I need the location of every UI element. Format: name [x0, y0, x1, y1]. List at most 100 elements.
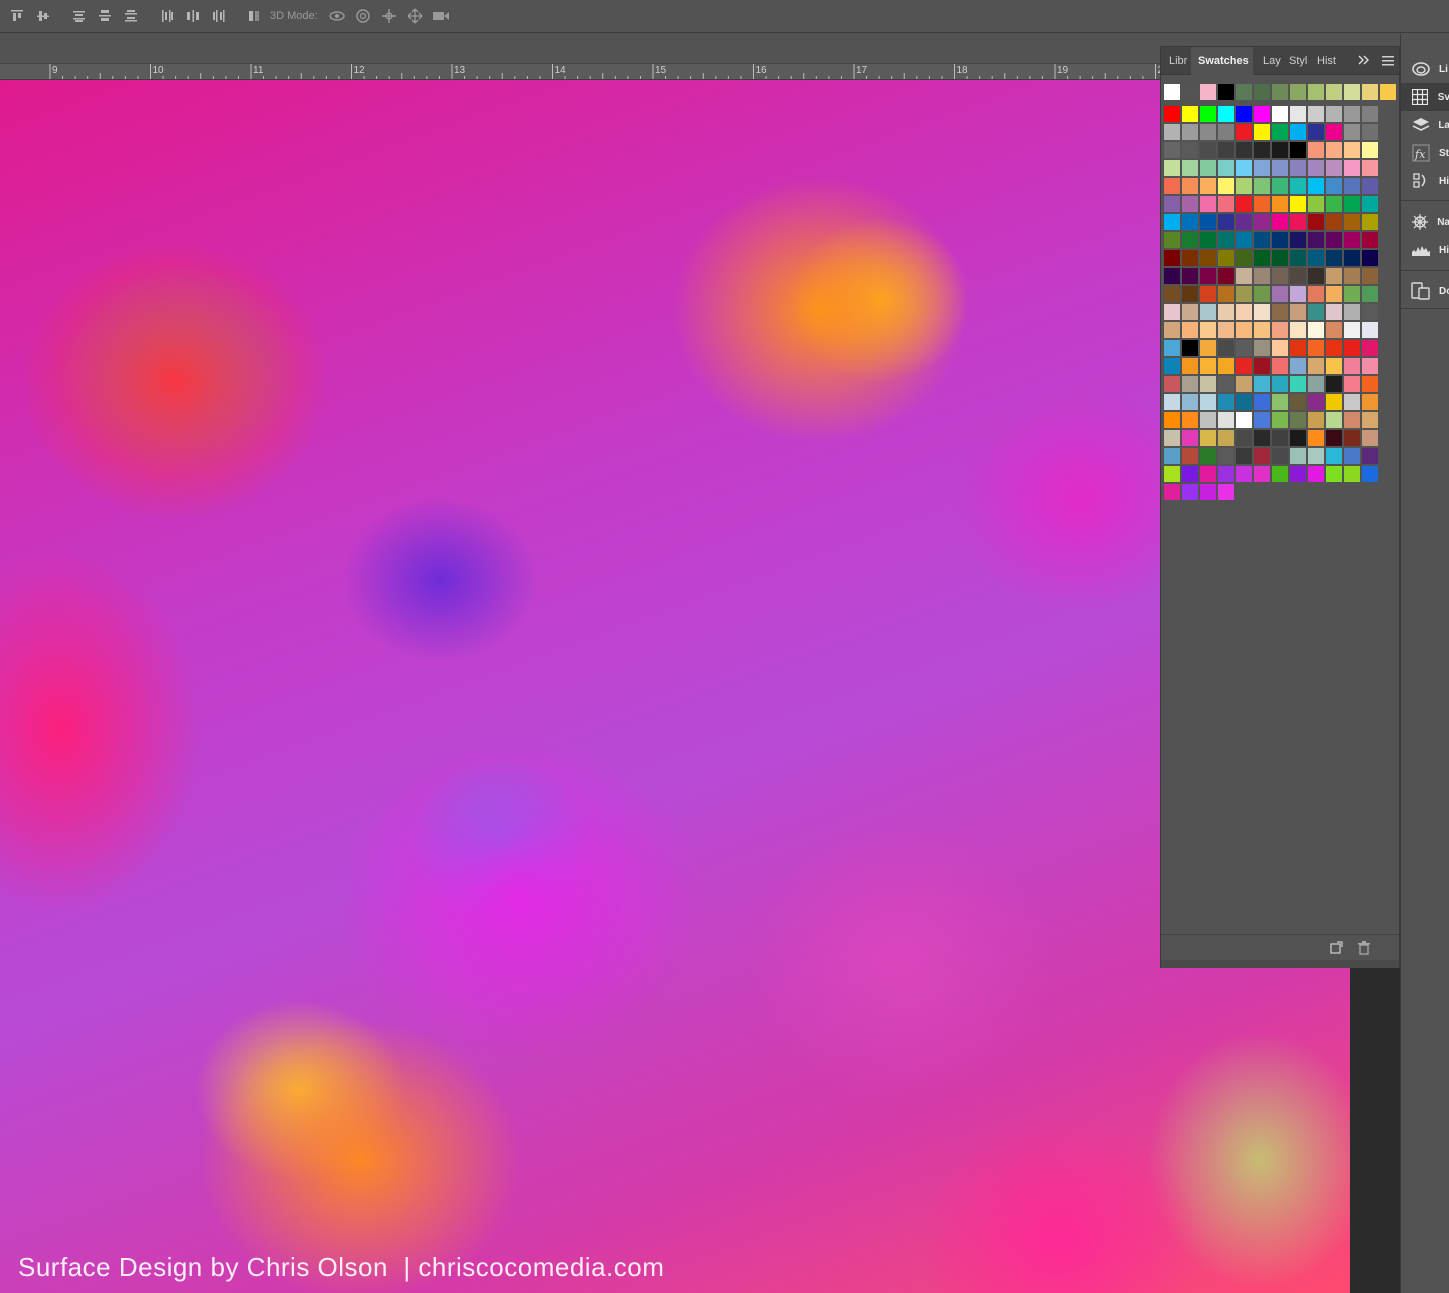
swatch[interactable]: [1182, 160, 1198, 176]
swatch[interactable]: [1326, 268, 1342, 284]
swatch[interactable]: [1236, 250, 1252, 266]
swatch[interactable]: [1344, 286, 1360, 302]
swatch[interactable]: [1272, 322, 1288, 338]
swatch[interactable]: [1218, 232, 1234, 248]
swatch[interactable]: [1200, 160, 1216, 176]
align-vertical-centers-icon[interactable]: [34, 7, 52, 25]
swatch[interactable]: [1272, 142, 1288, 158]
swatch[interactable]: [1218, 84, 1234, 100]
swatch[interactable]: [1236, 124, 1252, 140]
swatch[interactable]: [1290, 142, 1306, 158]
swatch[interactable]: [1254, 304, 1270, 320]
swatch[interactable]: [1362, 376, 1378, 392]
dock-item-layers[interactable]: La: [1401, 111, 1449, 139]
swatch[interactable]: [1344, 142, 1360, 158]
collapse-panel-icon[interactable]: [1356, 53, 1370, 67]
swatch[interactable]: [1236, 106, 1252, 122]
swatch[interactable]: [1254, 430, 1270, 446]
swatch[interactable]: [1380, 84, 1396, 100]
swatch[interactable]: [1218, 142, 1234, 158]
swatch[interactable]: [1308, 268, 1324, 284]
swatch[interactable]: [1254, 214, 1270, 230]
swatch[interactable]: [1272, 376, 1288, 392]
swatch[interactable]: [1164, 484, 1180, 500]
swatch[interactable]: [1344, 214, 1360, 230]
swatch[interactable]: [1218, 430, 1234, 446]
swatch[interactable]: [1344, 376, 1360, 392]
swatch[interactable]: [1344, 466, 1360, 482]
swatch[interactable]: [1326, 358, 1342, 374]
swatch[interactable]: [1182, 484, 1198, 500]
swatch[interactable]: [1308, 466, 1324, 482]
swatch[interactable]: [1236, 394, 1252, 410]
swatch[interactable]: [1254, 232, 1270, 248]
swatch[interactable]: [1290, 304, 1306, 320]
swatch[interactable]: [1254, 376, 1270, 392]
swatch[interactable]: [1344, 322, 1360, 338]
swatch[interactable]: [1164, 340, 1180, 356]
dock-item-device-preview[interactable]: Do: [1401, 277, 1449, 305]
swatch[interactable]: [1290, 376, 1306, 392]
swatch[interactable]: [1164, 304, 1180, 320]
swatch[interactable]: [1182, 448, 1198, 464]
swatch[interactable]: [1308, 376, 1324, 392]
swatch[interactable]: [1272, 394, 1288, 410]
swatch[interactable]: [1272, 232, 1288, 248]
swatch[interactable]: [1290, 214, 1306, 230]
swatch[interactable]: [1182, 250, 1198, 266]
swatch[interactable]: [1200, 232, 1216, 248]
swatch[interactable]: [1326, 340, 1342, 356]
swatch[interactable]: [1362, 358, 1378, 374]
swatch[interactable]: [1344, 448, 1360, 464]
tab-libraries[interactable]: Libr: [1169, 47, 1189, 75]
swatch[interactable]: [1164, 196, 1180, 212]
swatch[interactable]: [1164, 214, 1180, 230]
swatch[interactable]: [1236, 286, 1252, 302]
swatch[interactable]: [1218, 286, 1234, 302]
swatch[interactable]: [1308, 142, 1324, 158]
align-top-edges-icon[interactable]: [8, 7, 26, 25]
document-canvas[interactable]: Surface Design by Chris Olson | chriscoc…: [0, 80, 1350, 1293]
swatch[interactable]: [1254, 448, 1270, 464]
distribute-right-icon[interactable]: [210, 7, 228, 25]
swatch[interactable]: [1308, 250, 1324, 266]
swatch[interactable]: [1182, 358, 1198, 374]
swatch[interactable]: [1254, 124, 1270, 140]
swatch[interactable]: [1326, 286, 1342, 302]
swatch[interactable]: [1236, 322, 1252, 338]
panel-menu-icon[interactable]: [1382, 55, 1394, 67]
swatch[interactable]: [1308, 196, 1324, 212]
swatch[interactable]: [1200, 214, 1216, 230]
swatch[interactable]: [1218, 322, 1234, 338]
swatch[interactable]: [1200, 448, 1216, 464]
swatch[interactable]: [1200, 376, 1216, 392]
swatch[interactable]: [1362, 84, 1378, 100]
distribute-bottom-icon[interactable]: [122, 7, 140, 25]
swatch[interactable]: [1362, 322, 1378, 338]
delete-swatch-icon[interactable]: [1357, 941, 1371, 955]
distribute-top-icon[interactable]: [70, 7, 88, 25]
swatch[interactable]: [1362, 232, 1378, 248]
swatch[interactable]: [1236, 430, 1252, 446]
swatch[interactable]: [1236, 84, 1252, 100]
swatch[interactable]: [1362, 250, 1378, 266]
swatch[interactable]: [1326, 232, 1342, 248]
swatch[interactable]: [1344, 430, 1360, 446]
swatch[interactable]: [1182, 84, 1198, 100]
swatch[interactable]: [1308, 178, 1324, 194]
swatch[interactable]: [1200, 268, 1216, 284]
distribute-vertical-centers-icon[interactable]: [96, 7, 114, 25]
distribute-left-icon[interactable]: [158, 7, 176, 25]
swatch[interactable]: [1272, 196, 1288, 212]
swatch[interactable]: [1272, 106, 1288, 122]
swatch[interactable]: [1308, 394, 1324, 410]
swatch[interactable]: [1182, 178, 1198, 194]
swatch[interactable]: [1308, 448, 1324, 464]
swatch[interactable]: [1200, 178, 1216, 194]
swatch[interactable]: [1272, 430, 1288, 446]
swatch[interactable]: [1290, 430, 1306, 446]
swatch[interactable]: [1236, 160, 1252, 176]
swatch[interactable]: [1254, 286, 1270, 302]
swatch[interactable]: [1326, 214, 1342, 230]
swatch[interactable]: [1218, 394, 1234, 410]
